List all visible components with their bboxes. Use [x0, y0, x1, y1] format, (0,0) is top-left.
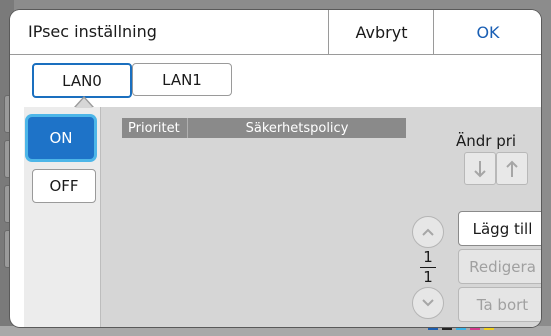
add-button[interactable]: Lägg till	[458, 211, 541, 246]
dialog-title: IPsec inställning	[28, 22, 157, 41]
priority-down-button[interactable]	[464, 152, 496, 185]
tab-lan1[interactable]: LAN1	[132, 63, 232, 96]
toggle-column: ON OFF	[24, 107, 101, 327]
scroll-up-button[interactable]	[412, 216, 444, 248]
column-header-policy: Säkerhetspolicy	[245, 120, 349, 136]
chevron-up-icon	[422, 228, 434, 236]
delete-button[interactable]: Ta bort	[458, 287, 541, 322]
off-button[interactable]: OFF	[32, 169, 96, 203]
total-pages: 1	[423, 268, 433, 286]
policy-list-header: Prioritet Säkerhetspolicy	[122, 118, 406, 138]
scroll-down-button[interactable]	[412, 287, 444, 319]
on-button[interactable]: ON	[28, 117, 94, 159]
dialog-titlebar: IPsec inställning Avbryt OK	[10, 10, 541, 55]
chevron-down-icon	[422, 299, 434, 307]
ipsec-settings-dialog: IPsec inställning Avbryt OK LAN0 LAN1 ON…	[10, 10, 541, 327]
background-status-bar	[0, 326, 551, 336]
ok-button[interactable]: OK	[433, 10, 541, 54]
ipsec-settings-panel: ON OFF Prioritet Säkerhetspolicy Ändr pr…	[24, 107, 541, 327]
priority-up-button[interactable]	[496, 152, 528, 185]
cancel-button[interactable]: Avbryt	[328, 10, 434, 54]
change-priority-label: Ändr pri	[456, 132, 517, 150]
column-header-priority: Prioritet	[122, 118, 188, 138]
current-page: 1	[423, 248, 433, 266]
arrow-up-icon	[506, 160, 518, 177]
edit-button[interactable]: Redigera	[458, 249, 541, 284]
arrow-down-icon	[474, 160, 486, 177]
tab-lan0[interactable]: LAN0	[32, 63, 132, 98]
page-indicator: 1 1	[420, 249, 436, 286]
